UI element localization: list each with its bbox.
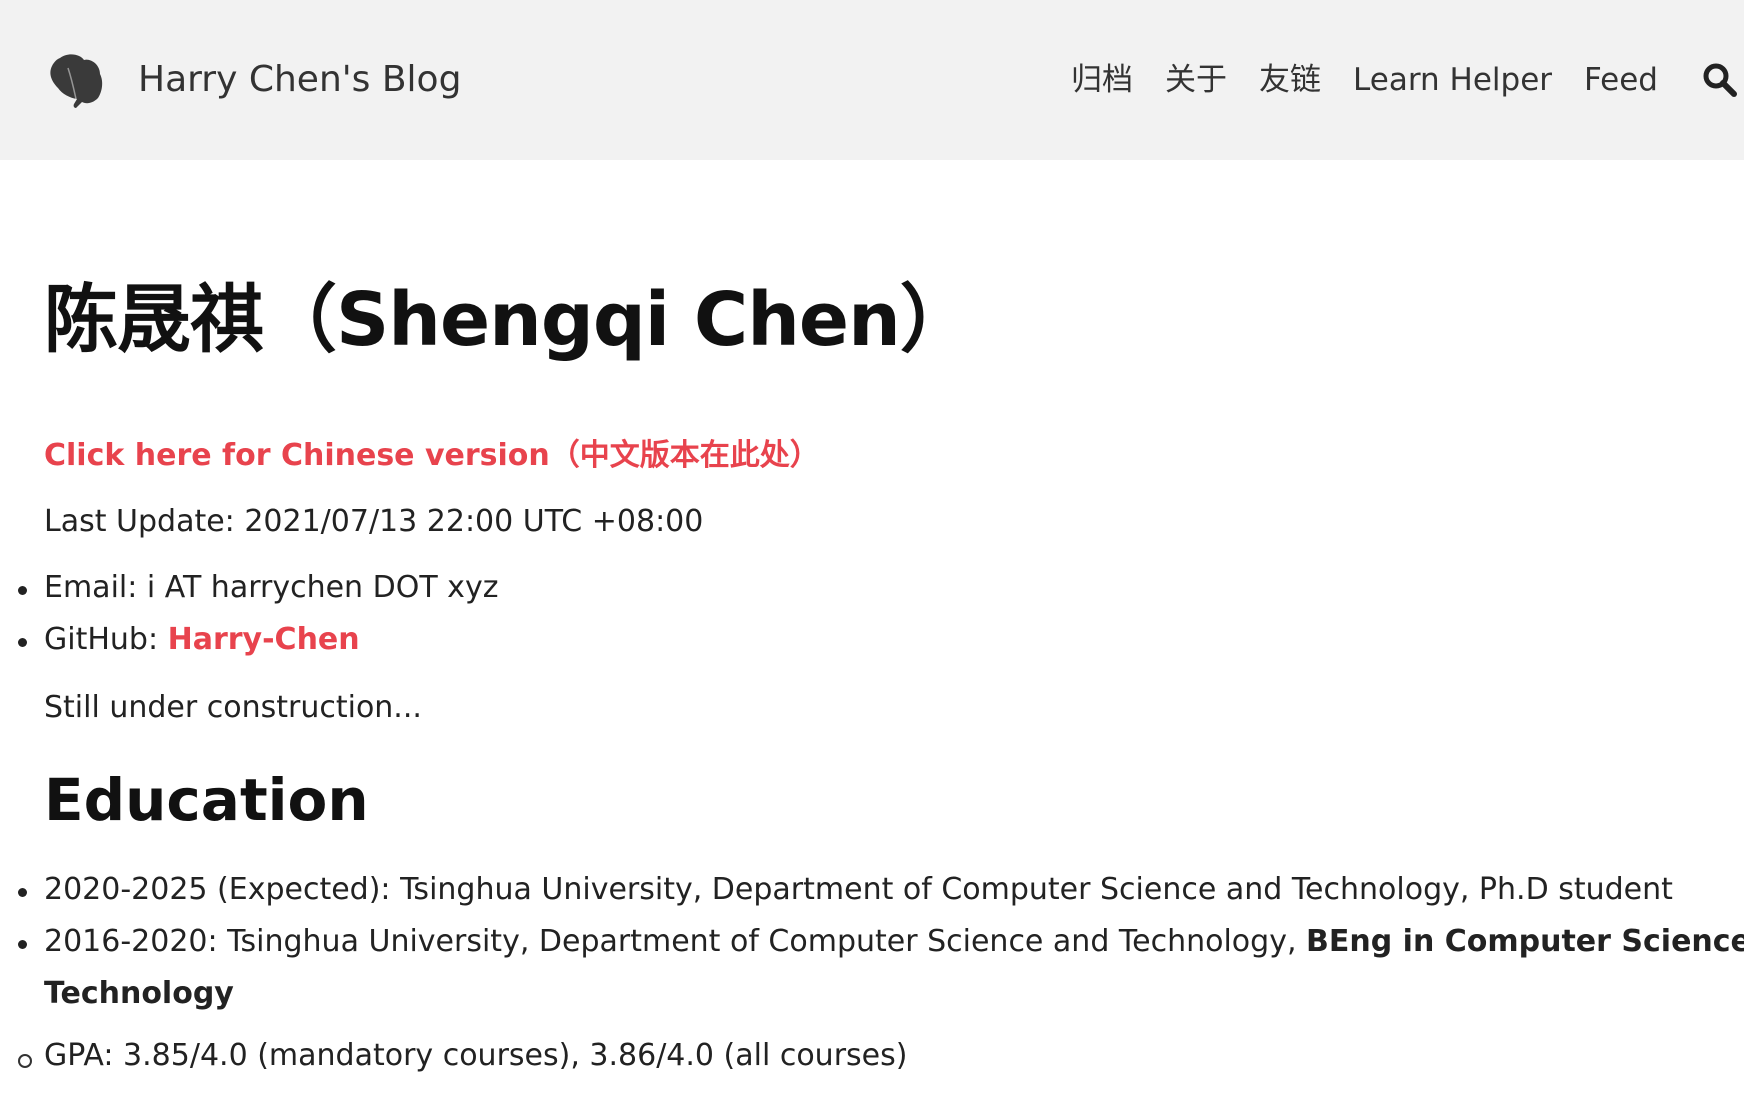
list-item: GPA: 3.85/4.0 (mandatory courses), 3.86/… — [0, 1030, 907, 1082]
education-item-phd: 2020-2025 (Expected): Tsinghua Universit… — [44, 872, 1673, 907]
main-nav: 归档 关于 友链 Learn Helper Feed — [1071, 56, 1658, 104]
nav-learn-helper[interactable]: Learn Helper — [1353, 56, 1552, 104]
education-item-beng: 2016-2020: Tsinghua University, Departme… — [44, 924, 1307, 959]
education-list: 2020-2025 (Expected): Tsinghua Universit… — [0, 864, 1744, 968]
github-label: GitHub: — [44, 622, 168, 657]
site-header: Harry Chen's Blog 归档 关于 友链 Learn Helper … — [0, 0, 1744, 160]
email-text: Email: i AT harrychen DOT xyz — [44, 570, 499, 605]
page-title: 陈晟祺（Shengqi Chen） — [44, 277, 974, 363]
ginkgo-leaf-logo-icon[interactable] — [46, 52, 104, 108]
contact-list: Email: i AT harrychen DOT xyz GitHub: Ha… — [0, 562, 498, 666]
nav-feed[interactable]: Feed — [1584, 56, 1658, 104]
education-heading: Education — [44, 766, 369, 834]
nav-about[interactable]: 关于 — [1165, 56, 1227, 104]
list-item: Email: i AT harrychen DOT xyz — [0, 562, 498, 614]
search-icon[interactable] — [1702, 62, 1738, 98]
github-link[interactable]: Harry-Chen — [168, 622, 360, 657]
list-item: 2020-2025 (Expected): Tsinghua Universit… — [0, 864, 1744, 916]
gpa-list: GPA: 3.85/4.0 (mandatory courses), 3.86/… — [0, 1030, 907, 1082]
degree-bold-text: BEng in Computer Science and — [1306, 924, 1744, 959]
chinese-version-link[interactable]: Click here for Chinese version（中文版本在此处） — [44, 434, 820, 478]
nav-archive[interactable]: 归档 — [1071, 56, 1133, 104]
construction-note: Still under construction... — [44, 690, 422, 725]
gpa-text: GPA: 3.85/4.0 (mandatory courses), 3.86/… — [44, 1038, 908, 1073]
list-item: GitHub: Harry-Chen — [0, 614, 498, 666]
site-title-link[interactable]: Harry Chen's Blog — [138, 56, 461, 104]
degree-bold-text-continued: Technology — [44, 976, 234, 1011]
last-update-text: Last Update: 2021/07/13 22:00 UTC +08:00 — [44, 504, 704, 539]
nav-friends[interactable]: 友链 — [1259, 56, 1321, 104]
list-item: 2016-2020: Tsinghua University, Departme… — [0, 916, 1744, 968]
